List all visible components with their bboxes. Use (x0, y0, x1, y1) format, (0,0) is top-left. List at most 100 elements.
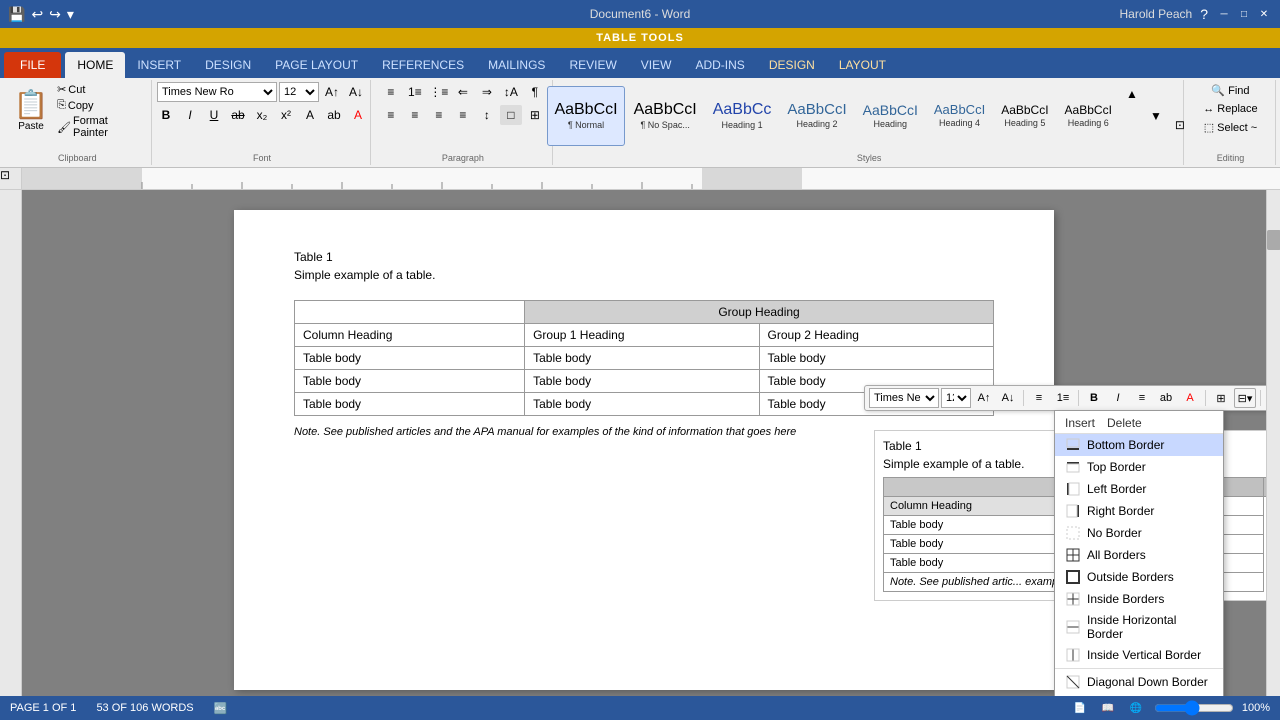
close-btn[interactable]: ✕ (1256, 6, 1272, 22)
style-heading1[interactable]: AaBbCc Heading 1 (706, 86, 779, 146)
multilevel-btn[interactable]: ⋮≡ (428, 82, 450, 102)
window-controls[interactable]: ─ □ ✕ (1216, 6, 1272, 22)
tab-review[interactable]: REVIEW (557, 52, 628, 78)
numbering-btn[interactable]: 1≡ (404, 82, 426, 102)
border-item-inside[interactable]: Inside Borders (1055, 588, 1223, 610)
ft-align-btn[interactable]: ≡ (1131, 388, 1153, 408)
ft-highlight-btn[interactable]: ab (1155, 388, 1177, 408)
subscript-btn[interactable]: x₂ (251, 105, 273, 125)
show-hide-btn[interactable]: ¶ (524, 82, 546, 102)
undo-icon[interactable]: ↩ (31, 6, 43, 23)
ft-font-select[interactable]: Times Ne (869, 388, 939, 408)
align-right-btn[interactable]: ≡ (428, 105, 450, 125)
scrollbar-thumb[interactable] (1267, 230, 1280, 250)
style-heading4[interactable]: AaBbCcI Heading 4 (927, 86, 992, 146)
tab-file[interactable]: FILE (4, 52, 61, 78)
style-normal[interactable]: AaBbCcI ¶ Normal (547, 86, 624, 146)
minimize-btn[interactable]: ─ (1216, 6, 1232, 22)
justify-btn[interactable]: ≡ (452, 105, 474, 125)
tab-design[interactable]: DESIGN (193, 52, 263, 78)
strikethrough-btn[interactable]: ab (227, 105, 249, 125)
read-view-btn[interactable]: 📖 (1098, 700, 1118, 716)
ft-italic-btn[interactable]: I (1107, 388, 1129, 408)
ft-insert-label[interactable]: Insert (1265, 391, 1266, 405)
ft-number-btn[interactable]: 1≡ (1052, 388, 1074, 408)
border-item-bottom[interactable]: Bottom Border (1055, 434, 1223, 456)
border-item-inside-v[interactable]: Inside Vertical Border (1055, 644, 1223, 666)
tab-home[interactable]: HOME (65, 52, 125, 78)
border-item-inside-h[interactable]: Inside Horizontal Border (1055, 610, 1223, 644)
shading-btn[interactable]: □ (500, 105, 522, 125)
cut-button[interactable]: ✂ Cut (54, 82, 145, 97)
highlight-btn[interactable]: ab (323, 105, 345, 125)
zoom-slider[interactable] (1154, 700, 1234, 716)
ft-bullet-btn[interactable]: ≡ (1028, 388, 1050, 408)
border-item-no[interactable]: No Border (1055, 522, 1223, 544)
font-color-btn[interactable]: A (347, 105, 369, 125)
border-insert-btn[interactable]: Insert (1065, 416, 1095, 430)
borders-btn[interactable]: ⊞ (524, 105, 546, 125)
align-left-btn[interactable]: ≡ (380, 105, 402, 125)
customize-icon[interactable]: ▾ (67, 6, 74, 23)
decrease-indent-btn[interactable]: ⇐ (452, 82, 474, 102)
underline-button[interactable]: U (203, 105, 225, 125)
ft-color-btn[interactable]: A (1179, 388, 1201, 408)
redo-icon[interactable]: ↪ (49, 6, 61, 23)
style-no-spacing[interactable]: AaBbCcI ¶ No Spac... (627, 86, 704, 146)
tab-table-layout[interactable]: LAYOUT (827, 52, 898, 78)
increase-font-btn[interactable]: A↑ (321, 82, 343, 102)
format-painter-button[interactable]: 🖌 Format Painter (54, 114, 145, 140)
style-heading2[interactable]: AaBbCcI Heading 2 (780, 86, 853, 146)
save-icon[interactable]: 💾 (8, 6, 25, 23)
line-spacing-btn[interactable]: ↕ (476, 105, 498, 125)
italic-button[interactable]: I (179, 105, 201, 125)
right-scrollbar[interactable] (1266, 190, 1280, 696)
copy-button[interactable]: ⎘ Copy (54, 98, 145, 113)
align-center-btn[interactable]: ≡ (404, 105, 426, 125)
border-item-all[interactable]: All Borders (1055, 544, 1223, 566)
border-item-top[interactable]: Top Border (1055, 456, 1223, 478)
tab-page-layout[interactable]: PAGE LAYOUT (263, 52, 370, 78)
font-name-select[interactable]: Times New Ro (157, 82, 277, 102)
help-icon[interactable]: ? (1200, 6, 1208, 22)
tab-insert[interactable]: INSERT (125, 52, 193, 78)
quick-access[interactable]: 💾 ↩ ↪ ▾ (8, 6, 74, 23)
border-item-diag-up[interactable]: Diagonal Up Border (1055, 693, 1223, 696)
border-item-left[interactable]: Left Border (1055, 478, 1223, 500)
web-view-btn[interactable]: 🌐 (1126, 700, 1146, 716)
tab-table-design[interactable]: DESIGN (757, 52, 827, 78)
sort-btn[interactable]: ↕A (500, 82, 522, 102)
paste-button[interactable]: 📋 Paste (10, 82, 52, 138)
bullets-btn[interactable]: ≡ (380, 82, 402, 102)
ft-table-btn[interactable]: ⊞ (1210, 388, 1232, 408)
border-item-right[interactable]: Right Border (1055, 500, 1223, 522)
ft-grow-btn[interactable]: A↑ (973, 388, 995, 408)
ft-bold-btn[interactable]: B (1083, 388, 1105, 408)
print-view-btn[interactable]: 📄 (1070, 700, 1090, 716)
replace-button[interactable]: ↔ Replace (1199, 101, 1261, 117)
doc-area[interactable]: Table 1 Simple example of a table. Group… (22, 190, 1266, 696)
style-heading5[interactable]: AaBbCcI Heading 5 (994, 86, 1055, 146)
tab-references[interactable]: REFERENCES (370, 52, 476, 78)
ft-size-select[interactable]: 12 (941, 388, 971, 408)
superscript-btn[interactable]: x² (275, 105, 297, 125)
maximize-btn[interactable]: □ (1236, 6, 1252, 22)
ft-shrink-btn[interactable]: A↓ (997, 388, 1019, 408)
tab-mailings[interactable]: MAILINGS (476, 52, 557, 78)
find-button[interactable]: 🔍 Find (1207, 82, 1253, 99)
tab-view[interactable]: VIEW (629, 52, 684, 78)
style-heading6[interactable]: AaBbCcI Heading 6 (1058, 86, 1119, 146)
styles-scroll-up[interactable]: ▲ (1121, 84, 1143, 104)
tab-add-ins[interactable]: ADD-INS (683, 52, 756, 78)
border-delete-btn[interactable]: Delete (1107, 416, 1142, 430)
styles-scroll-down[interactable]: ▼ (1145, 106, 1167, 126)
increase-indent-btn[interactable]: ⇒ (476, 82, 498, 102)
decrease-font-btn[interactable]: A↓ (345, 82, 367, 102)
style-heading3[interactable]: AaBbCcI Heading (856, 86, 925, 146)
select-button[interactable]: ⬚ Select ~ (1200, 119, 1261, 136)
bold-button[interactable]: B (155, 105, 177, 125)
text-effects-btn[interactable]: A (299, 105, 321, 125)
ruler-corner[interactable]: ⊡ (0, 168, 22, 190)
ft-borders-btn[interactable]: ⊟▾ (1234, 388, 1256, 408)
font-size-select[interactable]: 12 (279, 82, 319, 102)
